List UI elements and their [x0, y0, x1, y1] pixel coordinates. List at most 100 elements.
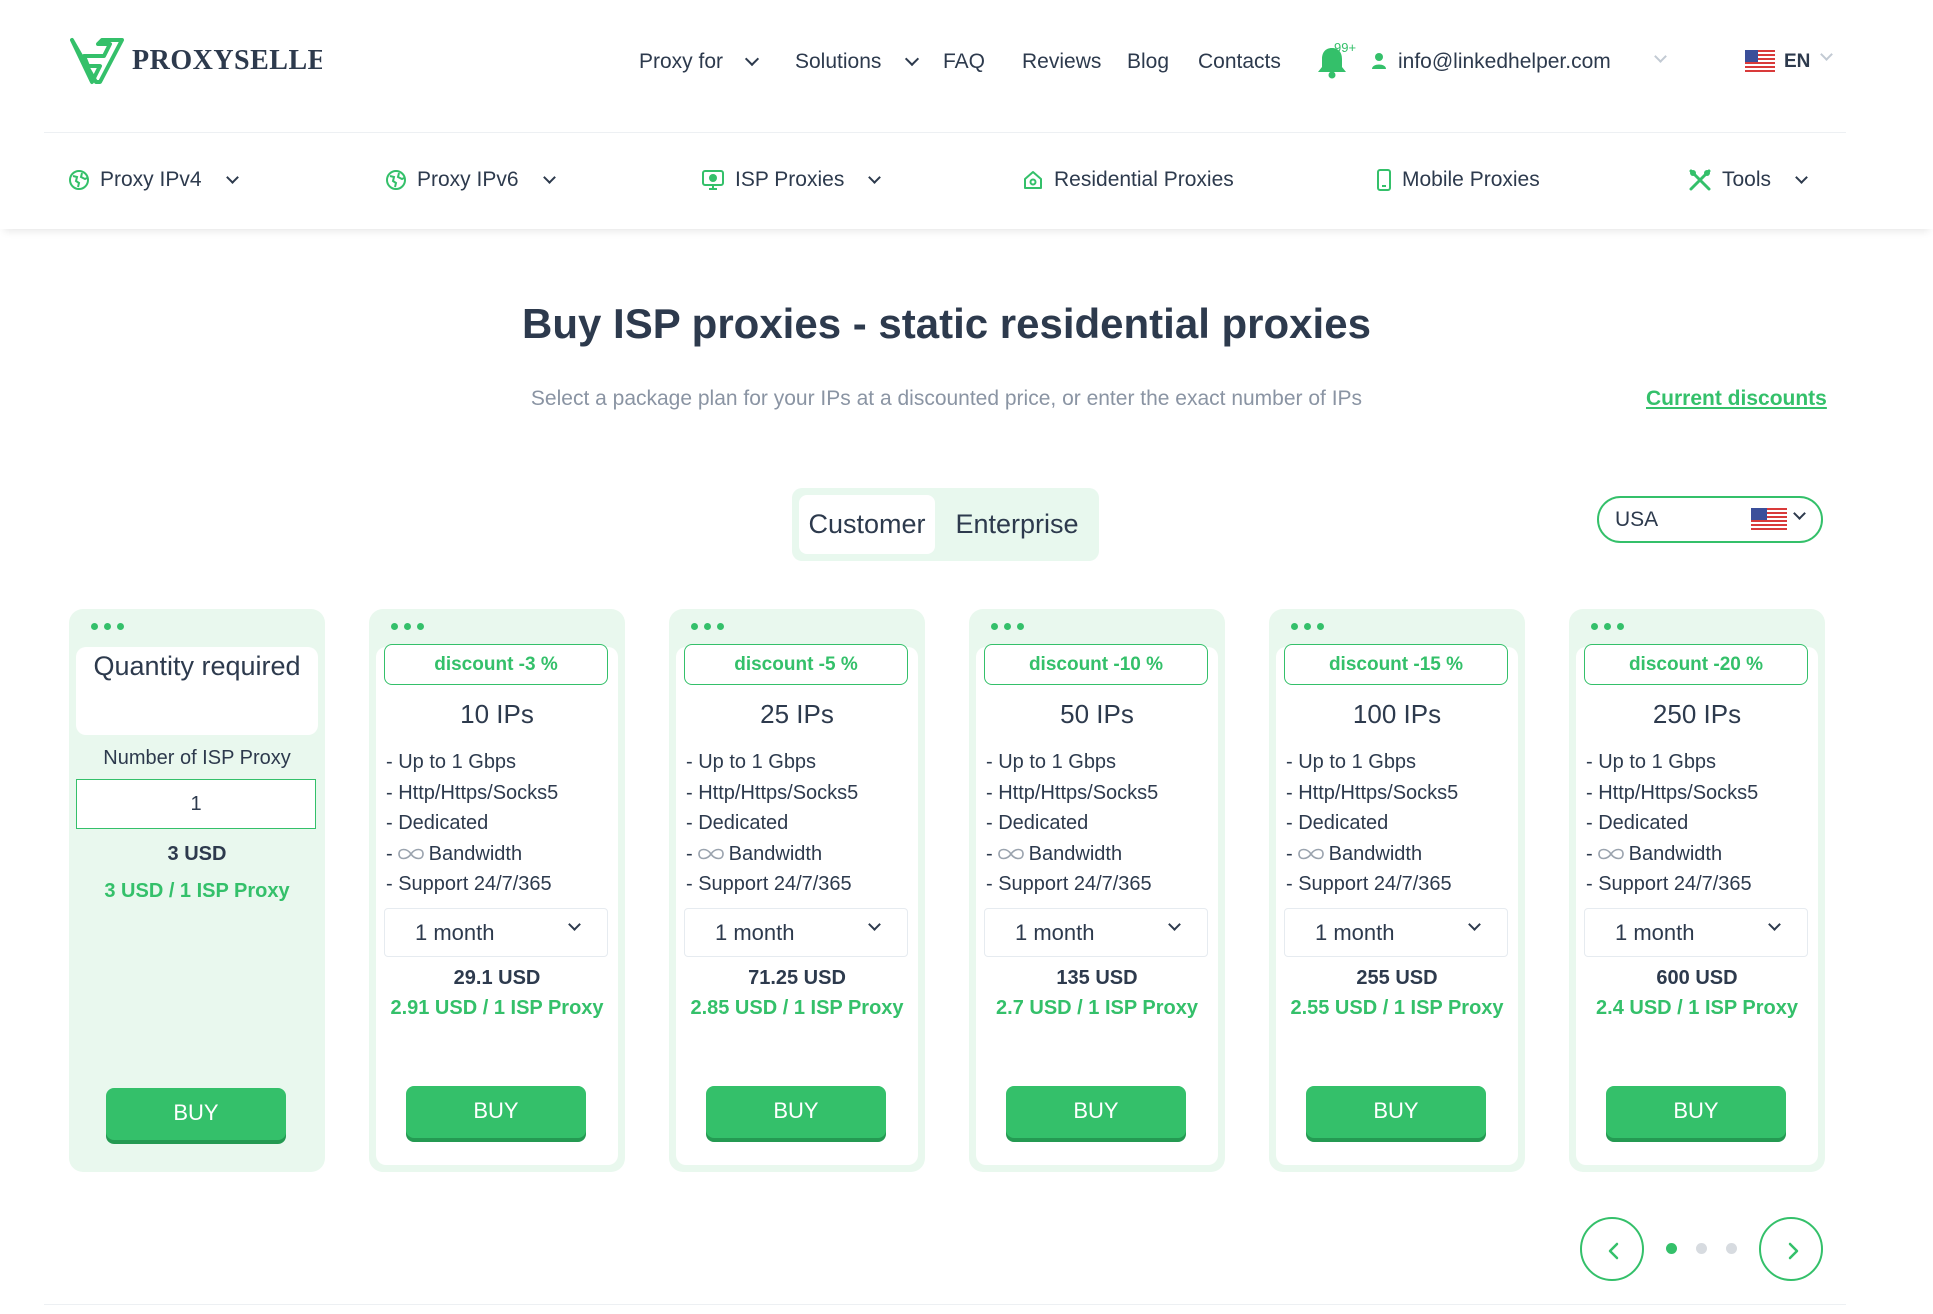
feature-bandwidth-label: Bandwidth	[728, 842, 823, 865]
country-select[interactable]: USA	[1597, 496, 1823, 543]
chevron-down-icon	[568, 918, 581, 931]
period-value: 1 month	[1615, 920, 1695, 945]
discount-badge: discount -10 %	[984, 644, 1208, 685]
card-dots	[691, 623, 724, 630]
period-value: 1 month	[715, 920, 795, 945]
category-residential-proxies[interactable]: Residential Proxies	[1022, 163, 1234, 197]
feature-bandwidth: - Bandwidth	[1586, 839, 1758, 870]
buy-button[interactable]: BUY	[106, 1088, 286, 1140]
plan-unit-price: 2.4 USD / 1 ISP Proxy	[1596, 997, 1798, 1019]
toggle-enterprise[interactable]: Enterprise	[942, 495, 1092, 554]
period-value: 1 month	[415, 920, 495, 945]
feature-protocols: - Http/Https/Socks5	[686, 781, 859, 804]
card-dots	[1591, 623, 1624, 630]
pager-dot[interactable]	[1726, 1243, 1737, 1254]
quantity-price: 3 USD	[167, 843, 227, 865]
period-select[interactable]: 1 month	[684, 908, 908, 957]
feature-bandwidth-label: Bandwidth	[428, 842, 523, 865]
nav-contacts[interactable]: Contacts	[1198, 44, 1281, 80]
toggle-customer[interactable]: Customer	[799, 495, 935, 554]
category-proxy-ipv4[interactable]: Proxy IPv4	[68, 163, 239, 197]
feature-bandwidth-prefix: -	[986, 842, 993, 865]
nav-blog[interactable]: Blog	[1127, 44, 1169, 80]
category-proxy-ipv6[interactable]: Proxy IPv6	[385, 163, 556, 197]
language-chevron-down-icon[interactable]	[1820, 48, 1833, 61]
chevron-down-icon	[1168, 918, 1181, 931]
page-subtitle: Select a package plan for your IPs at a …	[530, 387, 1363, 410]
feature-bandwidth-label: Bandwidth	[1328, 842, 1423, 865]
custom-quantity-card: Quantity required Number of ISP Proxy 1 …	[69, 609, 325, 1172]
globe-icon	[386, 170, 406, 190]
pager-dot[interactable]	[1696, 1243, 1707, 1254]
feature-bandwidth-label: Bandwidth	[1028, 842, 1123, 865]
quantity-input[interactable]: 1	[76, 779, 316, 829]
category-label: Proxy IPv6	[417, 168, 519, 191]
buy-button[interactable]: BUY	[406, 1086, 586, 1138]
us-flag-icon	[1751, 508, 1787, 531]
plan-features: - Up to 1 Gbps - Http/Https/Socks5 - Dedic…	[1586, 747, 1758, 900]
account-chevron-down-icon[interactable]	[1654, 50, 1667, 63]
plan-card: discount -15 % 100 IPs - Up to 1 Gbps - Htt…	[1269, 609, 1525, 1172]
feature-bandwidth: - Bandwidth	[686, 839, 858, 870]
category-label: Residential Proxies	[1054, 168, 1234, 191]
feature-support: - Support 24/7/365	[1586, 873, 1752, 895]
infinity-icon	[1297, 848, 1324, 860]
infinity-icon	[397, 848, 424, 860]
plan-total-price: 71.25 USD	[748, 967, 846, 989]
nav-reviews[interactable]: Reviews	[1022, 44, 1101, 80]
discount-badge: discount -5 %	[684, 644, 908, 685]
category-isp-proxies[interactable]: ISP Proxies	[701, 163, 882, 197]
feature-type: - Dedicated	[686, 812, 789, 834]
footer-divider	[44, 1304, 1846, 1305]
chevron-down-icon	[905, 51, 920, 67]
prev-button[interactable]	[1580, 1217, 1644, 1281]
discount-badge: discount -15 %	[1284, 644, 1508, 685]
feature-type: - Dedicated	[1586, 812, 1689, 834]
language-selector[interactable]: EN	[1784, 44, 1810, 80]
chevron-down-icon	[1768, 918, 1781, 931]
current-discounts-link[interactable]: Current discounts	[1646, 387, 1827, 411]
period-select[interactable]: 1 month	[1584, 908, 1808, 957]
buy-button[interactable]: BUY	[1606, 1086, 1786, 1138]
buy-button[interactable]: BUY	[1006, 1086, 1186, 1138]
category-mobile-proxies[interactable]: Mobile Proxies	[1376, 163, 1540, 197]
buy-button[interactable]: BUY	[1306, 1086, 1486, 1138]
period-value: 1 month	[1015, 920, 1095, 945]
period-select[interactable]: 1 month	[384, 908, 608, 957]
plan-ip-count: 100 IPs	[1352, 699, 1442, 729]
feature-bandwidth: - Bandwidth	[986, 839, 1158, 870]
period-select[interactable]: 1 month	[1284, 908, 1508, 957]
feature-speed: - Up to 1 Gbps	[1286, 751, 1417, 773]
category-tools[interactable]: Tools	[1688, 163, 1808, 197]
pager-dot[interactable]	[1666, 1243, 1677, 1254]
nav-proxy-for[interactable]: Proxy for	[639, 44, 760, 80]
nav-faq[interactable]: FAQ	[943, 44, 985, 80]
card-dots	[91, 623, 124, 630]
chevron-down-icon	[744, 51, 760, 67]
nav-solutions[interactable]: Solutions	[795, 44, 920, 80]
plan-ip-count: 25 IPs	[760, 699, 834, 729]
nav-proxy-for-label: Proxy for	[639, 50, 724, 73]
plan-card: discount -20 % 250 IPs - Up to 1 Gbps - Htt…	[1569, 609, 1825, 1172]
discount-badge: discount -20 %	[1584, 644, 1808, 685]
logo[interactable]: PROXYSELLER	[70, 36, 322, 86]
feature-speed: - Up to 1 Gbps	[386, 751, 517, 773]
feature-bandwidth-label: Bandwidth	[1628, 842, 1723, 865]
buy-button[interactable]: BUY	[706, 1086, 886, 1138]
plan-total-price: 600 USD	[1656, 967, 1738, 989]
plan-ip-count: 50 IPs	[1060, 699, 1134, 729]
feature-bandwidth-prefix: -	[1586, 842, 1593, 865]
feature-speed: - Up to 1 Gbps	[686, 751, 817, 773]
plan-unit-price: 2.85 USD / 1 ISP Proxy	[690, 997, 904, 1019]
chevron-down-icon	[868, 918, 881, 931]
plan-total-price: 135 USD	[1056, 967, 1138, 989]
quantity-title: Quantity required	[93, 651, 301, 681]
infinity-icon	[997, 848, 1024, 860]
period-select[interactable]: 1 month	[984, 908, 1208, 957]
feature-bandwidth: - Bandwidth	[386, 839, 558, 870]
next-button[interactable]	[1759, 1217, 1823, 1281]
account-email[interactable]: info@linkedhelper.com	[1398, 44, 1611, 80]
feature-bandwidth-prefix: -	[386, 842, 393, 865]
feature-type: - Dedicated	[986, 812, 1089, 834]
feature-bandwidth-prefix: -	[686, 842, 693, 865]
